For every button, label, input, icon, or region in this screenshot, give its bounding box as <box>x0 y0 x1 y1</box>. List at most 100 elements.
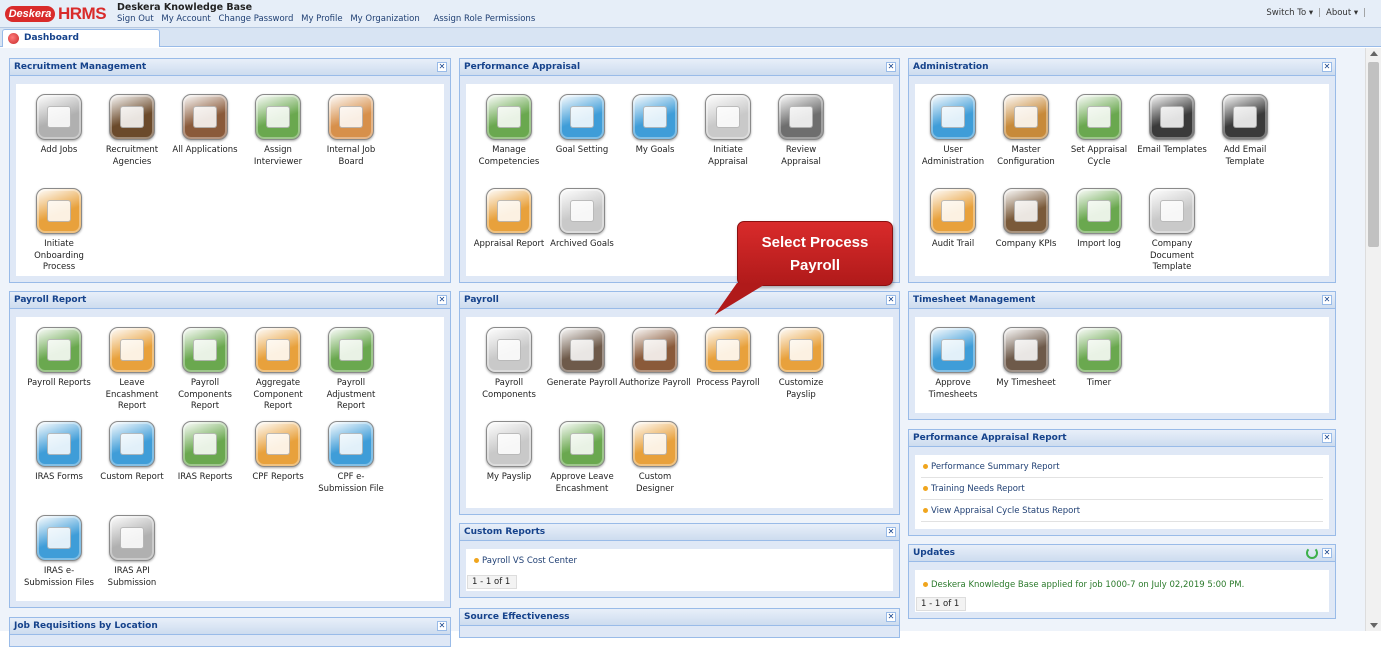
panel-header: Timesheet Management ✕ <box>909 292 1335 309</box>
tile-all-applications[interactable]: All Applications <box>169 94 241 157</box>
assign-role-permissions-link[interactable]: Assign Role Permissions <box>433 14 535 24</box>
tile-payroll-components-report[interactable]: Payroll Components Report <box>169 327 241 413</box>
tile-cpf-e-submission-file[interactable]: CPF e-Submission File <box>315 421 387 495</box>
close-icon[interactable]: ✕ <box>886 295 896 305</box>
payroll-vs-cost-center-link[interactable]: Payroll VS Cost Center <box>472 551 887 571</box>
my-organization-link[interactable]: My Organization <box>350 14 419 24</box>
update-link[interactable]: Deskera Knowledge Base <box>931 580 1039 590</box>
tile-review-appraisal[interactable]: Review Appraisal <box>765 94 837 168</box>
tile-payroll-components[interactable]: Payroll Components <box>473 327 545 401</box>
tile-aggregate-component-report[interactable]: Aggregate Component Report <box>242 327 314 413</box>
tile-internal-job-board[interactable]: Internal Job Board <box>315 94 387 168</box>
tile-my-timesheet[interactable]: My Timesheet <box>990 327 1062 390</box>
tile-appraisal-report[interactable]: Appraisal Report <box>473 188 545 251</box>
tile-import-log[interactable]: Import log <box>1063 188 1135 251</box>
icon-glyph <box>339 339 363 361</box>
panel-header: Performance Appraisal Report ✕ <box>909 430 1335 447</box>
tile-customize-payslip[interactable]: Customize Payslip <box>765 327 837 401</box>
payroll-panel: Payroll ✕ Payroll Components Generate Payr… <box>459 291 900 515</box>
icon-glyph <box>47 106 71 128</box>
tile-company-kpis[interactable]: Company KPIs <box>990 188 1062 251</box>
tile-process-payroll[interactable]: Process Payroll <box>692 327 764 390</box>
icon-glyph <box>1160 200 1184 222</box>
close-icon[interactable]: ✕ <box>886 527 896 537</box>
tab-dashboard-label: Dashboard <box>24 33 79 43</box>
tile-label: Audit Trail <box>931 239 975 249</box>
tile-initiate-onboarding-process[interactable]: Initiate Onboarding Process <box>23 188 95 274</box>
tile-payroll-adjustment-report[interactable]: Payroll Adjustment Report <box>315 327 387 413</box>
tile-archived-goals[interactable]: Archived Goals <box>546 188 618 251</box>
tile-iras-reports[interactable]: IRAS Reports <box>169 421 241 484</box>
tile-my-goals[interactable]: My Goals <box>619 94 691 157</box>
icon-glyph <box>1087 200 1111 222</box>
tile-leave-encashment-report[interactable]: Leave Encashment Report <box>96 327 168 413</box>
about-menu[interactable]: About ▾ <box>1326 8 1358 18</box>
tile-initiate-appraisal[interactable]: Initiate Appraisal <box>692 94 764 168</box>
my-account-link[interactable]: My Account <box>161 14 210 24</box>
tile-iras-api-submission[interactable]: IRAS API Submission <box>96 515 168 589</box>
tile-manage-competencies[interactable]: Manage Competencies <box>473 94 545 168</box>
tile-iras-forms[interactable]: IRAS Forms <box>23 421 95 484</box>
tile-label: IRAS Reports <box>177 472 233 482</box>
tile-generate-payroll[interactable]: Generate Payroll <box>546 327 618 390</box>
tile-custom-report[interactable]: Custom Report <box>96 421 168 484</box>
appraisal-cycle-status-report-link[interactable]: View Appraisal Cycle Status Report <box>921 501 1323 522</box>
panel-body: Payroll VS Cost Center 1 - 1 of 1 <box>466 549 893 591</box>
training-needs-report-link[interactable]: Training Needs Report <box>921 479 1323 500</box>
tile-recruitment-agencies[interactable]: Recruitment Agencies <box>96 94 168 168</box>
panel-header: Updates ✕ <box>909 545 1335 562</box>
report-bars-icon <box>255 421 301 467</box>
tile-master-configuration[interactable]: Master Configuration <box>990 94 1062 168</box>
tile-authorize-payroll[interactable]: Authorize Payroll <box>619 327 691 390</box>
bullet-icon <box>923 486 928 491</box>
tile-approve-leave-encashment[interactable]: Approve Leave Encashment <box>546 421 618 495</box>
tab-dashboard[interactable]: Dashboard <box>2 29 160 47</box>
panel-title: Source Effectiveness <box>464 612 570 622</box>
close-icon[interactable]: ✕ <box>437 62 447 72</box>
tile-audit-trail[interactable]: Audit Trail <box>917 188 989 251</box>
close-icon[interactable]: ✕ <box>886 612 896 622</box>
tile-custom-designer[interactable]: Custom Designer <box>619 421 691 495</box>
tile-set-appraisal-cycle[interactable]: Set Appraisal Cycle <box>1063 94 1135 168</box>
tile-my-payslip[interactable]: My Payslip <box>473 421 545 484</box>
tile-approve-timesheets[interactable]: Approve Timesheets <box>917 327 989 401</box>
scroll-up-arrow-icon[interactable] <box>1370 51 1378 56</box>
my-profile-link[interactable]: My Profile <box>301 14 343 24</box>
deskera-hrms-logo[interactable]: Deskera HRMS <box>5 4 107 24</box>
tile-email-templates[interactable]: Email Templates <box>1136 94 1208 157</box>
close-icon[interactable]: ✕ <box>1322 433 1332 443</box>
close-icon[interactable]: ✕ <box>1322 295 1332 305</box>
tile-iras-e-submission-files[interactable]: IRAS e-Submission Files <box>23 515 95 589</box>
tile-timer[interactable]: Timer <box>1063 327 1135 390</box>
change-password-link[interactable]: Change Password <box>218 14 293 24</box>
panel-header: Performance Appraisal ✕ <box>460 59 899 76</box>
tile-cpf-reports[interactable]: CPF Reports <box>242 421 314 484</box>
tile-payroll-reports[interactable]: Payroll Reports <box>23 327 95 390</box>
tile-label: IRAS API Submission <box>107 566 157 588</box>
icon-glyph <box>193 339 217 361</box>
panel-body: Deskera Knowledge Base applied for job 1… <box>915 570 1329 612</box>
panel-title: Performance Appraisal Report <box>913 433 1067 443</box>
clock-check-icon <box>930 327 976 373</box>
scroll-down-arrow-icon[interactable] <box>1370 623 1378 628</box>
close-icon[interactable]: ✕ <box>437 295 447 305</box>
switch-to-menu[interactable]: Switch To ▾ <box>1266 8 1313 18</box>
close-icon[interactable]: ✕ <box>437 621 447 631</box>
tile-user-administration[interactable]: User Administration <box>917 94 989 168</box>
tile-add-jobs[interactable]: Add Jobs <box>23 94 95 157</box>
scroll-thumb[interactable] <box>1368 62 1379 247</box>
tile-goal-setting[interactable]: Goal Setting <box>546 94 618 157</box>
api-gear-icon <box>109 515 155 561</box>
tile-assign-interviewer[interactable]: Assign Interviewer <box>242 94 314 168</box>
sign-out-link[interactable]: Sign Out <box>117 14 154 24</box>
panel-title: Recruitment Management <box>14 62 147 72</box>
tile-company-document-template[interactable]: Company Document Template <box>1136 188 1208 274</box>
close-icon[interactable]: ✕ <box>1322 548 1332 558</box>
refresh-icon[interactable] <box>1306 547 1318 559</box>
tile-add-email-template[interactable]: Add Email Template <box>1209 94 1281 168</box>
bullet-icon <box>923 464 928 469</box>
vertical-scrollbar[interactable] <box>1365 48 1381 631</box>
close-icon[interactable]: ✕ <box>886 62 896 72</box>
close-icon[interactable]: ✕ <box>1322 62 1332 72</box>
performance-summary-report-link[interactable]: Performance Summary Report <box>921 457 1323 478</box>
